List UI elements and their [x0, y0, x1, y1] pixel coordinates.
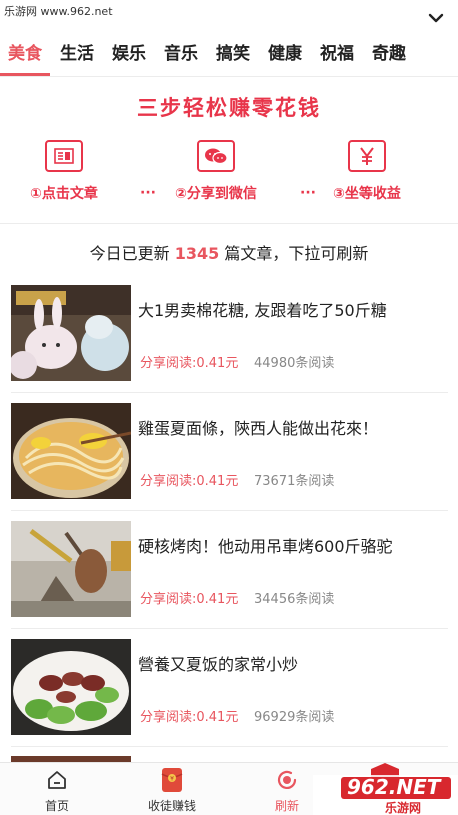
watermark-text: 乐游网 www.962.net [4, 5, 113, 18]
tab-jiankang[interactable]: 健康 [268, 36, 302, 76]
nav-label: 首页 [44, 799, 69, 813]
tab-yinyue[interactable]: 音乐 [164, 36, 198, 76]
article-reads: 44980条阅读 [254, 356, 335, 371]
article-thumbnail [11, 403, 131, 499]
step-dots: ··· [300, 185, 316, 201]
refresh-icon [274, 767, 300, 793]
article-item[interactable]: 營養又夏饭的家常小炒 分享阅读:0.41元 96929条阅读 [11, 639, 448, 737]
article-title: 大1男卖棉花糖, 友跟着吃了50斤糖 [138, 301, 387, 320]
step-dots: ··· [140, 185, 156, 201]
article-divider [11, 628, 448, 629]
update-count: 1345 [174, 244, 220, 263]
svg-text:¥: ¥ [170, 776, 174, 783]
update-prefix: 今日已更新 [89, 244, 170, 263]
step-wait-income: ③坐等收益 [333, 140, 401, 203]
article-item[interactable]: 雞蛋夏面條，陝西人能做出花來！ 分享阅读:0.41元 73671条阅读 [11, 403, 448, 501]
tab-divider [0, 76, 458, 77]
article-reward: 分享阅读:0.41元 [140, 592, 239, 607]
article-divider [11, 392, 448, 393]
nav-label: 刷新 [274, 799, 299, 813]
yen-icon [347, 140, 386, 172]
nav-home[interactable]: 首页 [17, 767, 97, 814]
section-divider [0, 223, 458, 224]
tab-meishi[interactable]: 美食 [0, 36, 50, 76]
article-thumbnail [11, 285, 131, 381]
article-title: 營養又夏饭的家常小炒 [138, 655, 299, 674]
article-item[interactable]: 大1男卖棉花糖, 友跟着吃了50斤糖 分享阅读:0.41元 44980条阅读 [11, 285, 448, 383]
article-title: 雞蛋夏面條，陝西人能做出花來！ [138, 419, 379, 438]
step-share-wechat: ②分享到微信 [175, 140, 257, 203]
site-logo-watermark: 962.NET 乐游网 [313, 755, 458, 815]
article-divider [11, 510, 448, 511]
logo-subtext: 乐游网 [385, 801, 422, 815]
step-label: ②分享到微信 [175, 186, 257, 202]
logo-text: 962.NET [347, 775, 441, 799]
wechat-icon [196, 140, 235, 172]
article-title: 硬核烤肉！他动用吊車烤600斤骆驼 [138, 537, 393, 556]
nav-recruit[interactable]: ¥ 收徒赚钱 [132, 767, 212, 814]
home-icon [44, 767, 70, 793]
step-click-article: ①点击文章 [30, 140, 98, 203]
category-tabs: 美食 生活 娱乐 音乐 搞笑 健康 祝福 奇趣 [0, 36, 458, 76]
article-item[interactable]: 硬核烤肉！他动用吊車烤600斤骆驼 分享阅读:0.41元 34456条阅读 [11, 521, 448, 619]
article-reads: 73671条阅读 [254, 474, 335, 489]
update-notice: 今日已更新 1345 篇文章，下拉可刷新 [0, 240, 458, 264]
chevron-down-icon[interactable] [424, 6, 448, 30]
tab-yule[interactable]: 娱乐 [112, 36, 146, 76]
article-divider [11, 746, 448, 747]
article-reward: 分享阅读:0.41元 [140, 474, 239, 489]
red-envelope-icon: ¥ [159, 767, 185, 793]
article-reads: 34456条阅读 [254, 592, 335, 607]
tab-qiqu[interactable]: 奇趣 [372, 36, 406, 76]
tab-gaoxiao[interactable]: 搞笑 [216, 36, 250, 76]
article-reward: 分享阅读:0.41元 [140, 356, 239, 371]
article-reward: 分享阅读:0.41元 [140, 710, 239, 725]
step-label: ③坐等收益 [333, 186, 401, 202]
tab-zhufu[interactable]: 祝福 [320, 36, 354, 76]
tab-shenghuo[interactable]: 生活 [60, 36, 94, 76]
step-label: ①点击文章 [30, 186, 98, 202]
article-icon [44, 140, 83, 172]
update-suffix: 篇文章，下拉可刷新 [224, 244, 369, 263]
nav-label: 收徒赚钱 [147, 799, 196, 813]
article-thumbnail [11, 639, 131, 735]
article-thumbnail [11, 521, 131, 617]
promo-title: 三步轻松赚零花钱 [137, 96, 321, 120]
article-reads: 96929条阅读 [254, 710, 335, 725]
